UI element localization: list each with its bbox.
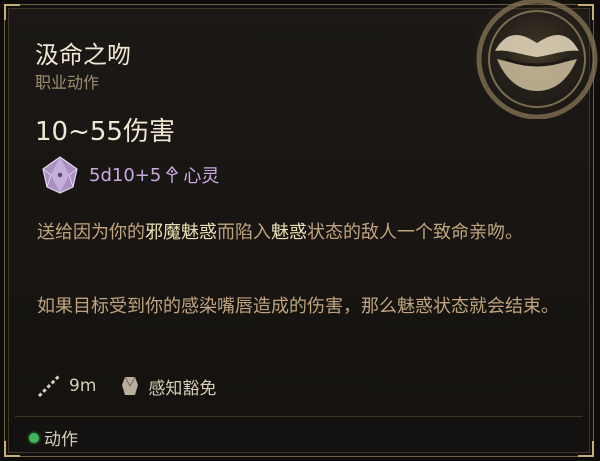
lips-icon	[469, 0, 600, 119]
desc-text: 状态的敌人一个致命亲吻。	[307, 222, 523, 243]
spell-title: 汲命之吻	[35, 41, 131, 69]
psychic-icon	[166, 166, 179, 183]
range-value: 9m	[69, 376, 97, 396]
desc-text: 送给因为你的	[37, 222, 145, 243]
range-icon	[37, 374, 61, 398]
damage-dice-row: 5d10+5 心灵	[39, 155, 219, 195]
damage-range: 10~55伤害	[35, 117, 175, 147]
frame-corner	[4, 4, 20, 20]
spell-tooltip: 汲命之吻 职业动作 10~55伤害 5d10+5 心灵 送给因为你的邪魔魅惑而陷…	[4, 0, 600, 457]
saving-throw-icon	[122, 376, 139, 395]
damage-type: 心灵	[183, 166, 220, 187]
frame-corner	[578, 441, 594, 457]
saving-throw: 感知豁免	[148, 378, 217, 399]
keyword-charmed: 魅惑	[271, 222, 307, 243]
description-1: 送给因为你的邪魔魅惑而陷入魅惑状态的敌人一个致命亲吻。	[37, 219, 567, 246]
keyword-fiendish-charm: 邪魔魅惑	[145, 222, 217, 243]
action-type: 动作	[44, 430, 78, 450]
spell-meta: 9m 感知豁免	[35, 371, 216, 401]
description-2: 如果目标受到你的感染嘴唇造成的伤害，那么魅惑状态就会结束。	[37, 296, 559, 317]
action-dot-icon	[29, 432, 39, 443]
d10-dice-icon	[42, 156, 78, 194]
divider	[15, 416, 583, 417]
spell-category: 职业动作	[35, 73, 100, 92]
desc-text: 而陷入	[217, 222, 271, 243]
frame-corner	[4, 441, 20, 457]
action-cost: 动作	[29, 425, 78, 450]
dice-formula: 5d10+5	[89, 164, 162, 186]
